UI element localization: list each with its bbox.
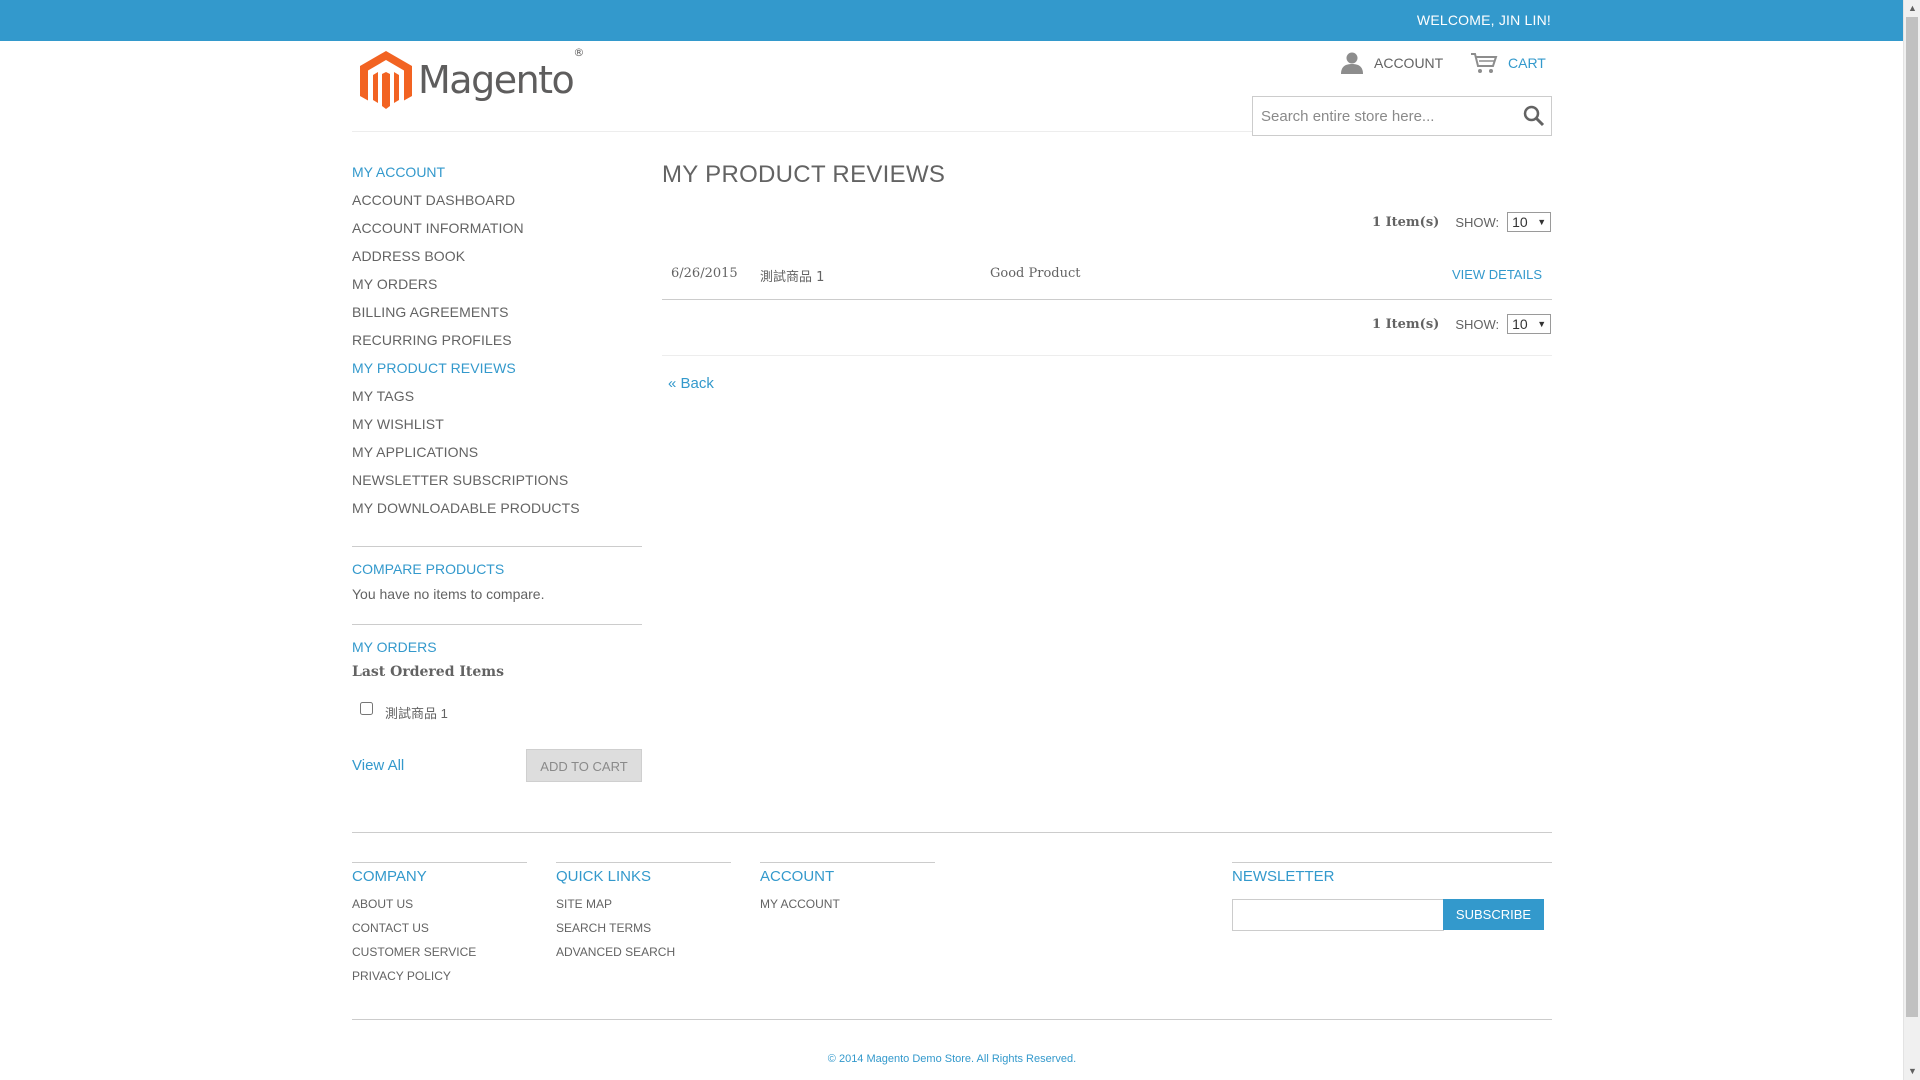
compare-products-block: COMPARE PRODUCTS You have no items to co… — [352, 561, 545, 602]
compare-products-title[interactable]: COMPARE PRODUCTS — [352, 561, 545, 577]
ordered-item-name[interactable]: 測試商品 1 — [385, 703, 448, 722]
footer-link-about-us[interactable]: ABOUT US — [352, 897, 527, 921]
item-count: 1 Item(s) — [1372, 214, 1440, 230]
search-box — [1252, 96, 1552, 136]
search-button[interactable] — [1523, 105, 1545, 132]
ordered-item-checkbox[interactable] — [360, 702, 373, 715]
dropdown-arrow-icon: ▼ — [1537, 217, 1547, 227]
logo-registered-mark: ® — [573, 46, 584, 59]
footer-link-search-terms[interactable]: SEARCH TERMS — [556, 921, 731, 945]
back-link[interactable]: « Back — [668, 375, 714, 392]
header-divider — [352, 131, 1252, 132]
footer-bottom-divider — [352, 1019, 1552, 1020]
scrollbar-thumb[interactable] — [1906, 17, 1918, 1017]
logo-text: Magento — [418, 58, 575, 102]
footer-newsletter: NEWSLETTER SUBSCRIBE — [1232, 862, 1552, 931]
sidebar-item-account-dashboard[interactable]: ACCOUNT DASHBOARD — [352, 186, 580, 214]
top-welcome-bar: WELCOME, JIN LIN! — [0, 0, 1903, 41]
ordered-item-row: 測試商品 1 — [360, 699, 642, 721]
last-ordered-subtitle: Last Ordered Items — [352, 664, 504, 680]
scroll-down-arrow-icon[interactable]: ▼ — [1904, 1063, 1920, 1080]
header-cart-link[interactable]: CART — [1470, 52, 1546, 74]
footer-column-rule — [352, 862, 527, 863]
view-details-link[interactable]: VIEW DETAILS — [1452, 267, 1542, 282]
sidebar-item-account-information[interactable]: ACCOUNT INFORMATION — [352, 214, 580, 242]
review-text: Good Product — [990, 266, 1081, 281]
sidebar-divider — [352, 624, 642, 625]
sidebar-item-my-orders[interactable]: MY ORDERS — [352, 270, 580, 298]
compare-empty-message: You have no items to compare. — [352, 586, 545, 602]
subscribe-button[interactable]: SUBSCRIBE — [1443, 899, 1544, 930]
sidebar-item-my-applications[interactable]: MY APPLICATIONS — [352, 438, 580, 466]
dropdown-arrow-icon: ▼ — [1537, 319, 1547, 329]
user-icon — [1341, 52, 1363, 74]
footer-column-rule — [556, 862, 731, 863]
pager-bottom: 1 Item(s) SHOW: 10 ▼ — [1372, 314, 1552, 334]
scroll-up-arrow-icon[interactable]: ▲ — [1904, 0, 1920, 17]
footer-link-advanced-search[interactable]: ADVANCED SEARCH — [556, 945, 731, 969]
page-title: MY PRODUCT REVIEWS — [662, 161, 946, 188]
show-limit-select[interactable]: 10 ▼ — [1507, 314, 1552, 334]
sidebar-item-my-product-reviews[interactable]: MY PRODUCT REVIEWS — [352, 354, 580, 382]
show-limit-value: 10 — [1512, 316, 1528, 332]
footer-quick-links-title: QUICK LINKS — [556, 868, 652, 885]
show-label: SHOW: — [1455, 214, 1500, 230]
search-input[interactable] — [1253, 97, 1519, 135]
footer-link-privacy-policy[interactable]: PRIVACY POLICY — [352, 969, 527, 993]
sidebar-item-newsletter-subscriptions[interactable]: NEWSLETTER SUBSCRIPTIONS — [352, 466, 580, 494]
view-all-orders-link[interactable]: View All — [352, 757, 404, 774]
header-account-link[interactable]: ACCOUNT — [1340, 52, 1443, 74]
sidebar-item-my-tags[interactable]: MY TAGS — [352, 382, 580, 410]
footer-company-title: COMPANY — [352, 868, 427, 885]
copyright-text: © 2014 Magento Demo Store. All Rights Re… — [827, 1053, 1077, 1065]
sidebar-item-my-downloadable-products[interactable]: MY DOWNLOADABLE PRODUCTS — [352, 494, 580, 522]
footer-column-rule — [760, 862, 935, 863]
footer-account-title: ACCOUNT — [760, 868, 835, 885]
review-date: 6/26/2015 — [671, 266, 738, 281]
magento-logo-icon — [360, 51, 412, 109]
sidebar-item-my-wishlist[interactable]: MY WISHLIST — [352, 410, 580, 438]
newsletter-email-input[interactable] — [1232, 899, 1444, 931]
footer-link-customer-service[interactable]: CUSTOMER SERVICE — [352, 945, 527, 969]
header-account-label: ACCOUNT — [1374, 55, 1444, 71]
review-row: 6/26/2015 測試商品 1 Good Product VIEW DETAI… — [662, 256, 1552, 300]
pager-top: 1 Item(s) SHOW: 10 ▼ — [1372, 212, 1552, 232]
show-limit-select[interactable]: 10 ▼ — [1507, 212, 1552, 232]
account-navigation: MY ACCOUNT ACCOUNT DASHBOARD ACCOUNT INF… — [352, 164, 580, 522]
item-count: 1 Item(s) — [1372, 316, 1440, 332]
footer-top-divider — [352, 832, 1552, 833]
sidebar-item-recurring-profiles[interactable]: RECURRING PROFILES — [352, 326, 580, 354]
cart-icon — [1471, 53, 1498, 73]
footer-account-column: ACCOUNT MY ACCOUNT — [760, 862, 935, 921]
footer-quick-links-column: QUICK LINKS SITE MAP SEARCH TERMS ADVANC… — [556, 862, 731, 969]
welcome-message: WELCOME, JIN LIN! — [1416, 12, 1551, 28]
footer-link-contact-us[interactable]: CONTACT US — [352, 921, 527, 945]
show-label: SHOW: — [1455, 316, 1500, 332]
add-to-cart-button[interactable]: ADD TO CART — [526, 749, 642, 782]
page-scrollbar[interactable]: ▲ ▼ — [1903, 0, 1920, 1080]
show-limit-value: 10 — [1512, 214, 1528, 230]
header-cart-label: CART — [1508, 55, 1546, 71]
sidebar-item-address-book[interactable]: ADDRESS BOOK — [352, 242, 580, 270]
search-icon — [1523, 105, 1545, 127]
my-orders-title[interactable]: MY ORDERS — [352, 639, 642, 655]
sidebar-divider — [352, 546, 642, 547]
footer-link-my-account[interactable]: MY ACCOUNT — [760, 897, 935, 921]
logo-wordmark: Magento® — [418, 46, 584, 102]
newsletter-title: NEWSLETTER — [1232, 868, 1335, 885]
review-product-link[interactable]: 測試商品 1 — [760, 266, 824, 285]
footer-link-site-map[interactable]: SITE MAP — [556, 897, 731, 921]
last-ordered-block: MY ORDERS Last Ordered Items 測試商品 1 — [352, 639, 642, 721]
sidebar-item-billing-agreements[interactable]: BILLING AGREEMENTS — [352, 298, 580, 326]
footer-company-column: COMPANY ABOUT US CONTACT US CUSTOMER SER… — [352, 862, 527, 993]
site-logo[interactable]: Magento® — [360, 46, 584, 110]
footer-column-rule — [1232, 862, 1552, 863]
account-nav-title: MY ACCOUNT — [352, 164, 446, 180]
main-divider — [662, 355, 1552, 356]
